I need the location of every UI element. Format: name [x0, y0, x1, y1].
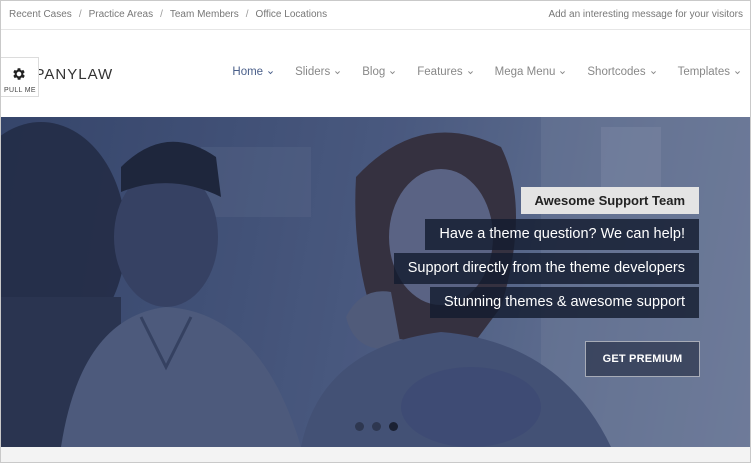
hero-slider: Awesome Support Team Have a theme questi… — [1, 117, 750, 447]
nav-item-label: Blog — [362, 66, 386, 78]
chevron-down-icon — [335, 71, 341, 75]
top-link-team-members[interactable]: Team Members — [170, 9, 239, 20]
content-strip — [1, 447, 750, 462]
chevron-down-icon — [268, 71, 274, 75]
top-bar-message: Add an interesting message for your visi… — [548, 9, 743, 20]
top-link-separator: / — [78, 9, 82, 20]
top-link-separator: / — [160, 9, 163, 20]
slider-dot[interactable] — [355, 422, 364, 431]
top-bar: Recent Cases / Practice Areas / Team Members… — [1, 1, 750, 30]
gear-icon — [13, 68, 25, 80]
site-header: MPANYLAW PULL ME Home Sliders Blog Featu… — [1, 31, 750, 117]
nav-item-label: Templates — [677, 66, 730, 78]
chevron-down-icon — [560, 71, 566, 75]
nav-item-sliders[interactable]: Sliders — [295, 66, 341, 78]
top-link-separator: / — [245, 9, 249, 20]
top-link-recent-cases[interactable]: Recent Cases — [9, 9, 72, 20]
nav-item-blog[interactable]: Blog — [362, 66, 396, 78]
chevron-down-icon — [650, 71, 656, 75]
nav-item-templates[interactable]: Templates — [678, 66, 741, 78]
nav-item-label: Features — [417, 66, 463, 78]
pull-me-label: PULL ME — [4, 87, 36, 94]
nav-item-shortcodes[interactable]: Shortcodes — [587, 66, 656, 78]
hero-caption-line: Support directly from the theme develope… — [393, 253, 699, 284]
chevron-down-icon — [390, 71, 396, 75]
top-link-practice-areas[interactable]: Practice Areas — [89, 9, 153, 20]
nav-item-home[interactable]: Home — [232, 66, 274, 78]
pull-me-panel-toggle[interactable]: PULL ME — [1, 57, 39, 97]
slider-dot-active[interactable] — [389, 422, 398, 431]
main-nav: Home Sliders Blog Features Mega Menu Sho… — [232, 66, 741, 78]
top-link-office-locations[interactable]: Office Locations — [256, 9, 328, 20]
hero-caption-line: Have a theme question? We can help! — [425, 219, 699, 250]
nav-item-mega-menu[interactable]: Mega Menu — [495, 66, 567, 78]
page-frame: Recent Cases / Practice Areas / Team Members… — [0, 0, 751, 463]
nav-item-label: Sliders — [295, 66, 331, 78]
nav-item-label: Home — [232, 66, 264, 78]
slider-pagination — [355, 422, 398, 431]
top-links: Recent Cases / Practice Areas / Team Members… — [9, 9, 327, 20]
hero-caption-title: Awesome Support Team — [520, 187, 699, 214]
slider-dot[interactable] — [372, 422, 381, 431]
nav-item-label: Shortcodes — [587, 66, 646, 78]
get-premium-button[interactable]: GET PREMIUM — [585, 341, 700, 377]
chevron-down-icon — [735, 71, 740, 75]
nav-item-label: Mega Menu — [494, 66, 556, 78]
chevron-down-icon — [467, 71, 473, 75]
hero-caption-line: Stunning themes & awesome support — [430, 287, 699, 318]
nav-item-features[interactable]: Features — [417, 66, 473, 78]
